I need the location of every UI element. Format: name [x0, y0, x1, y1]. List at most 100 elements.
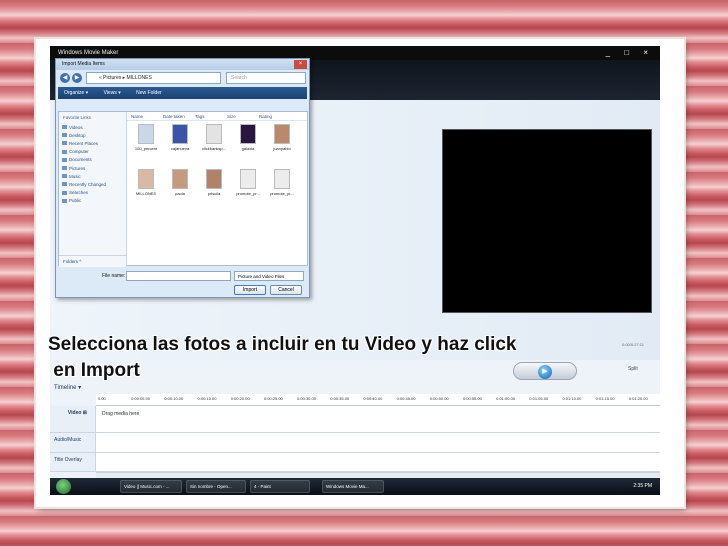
cancel-button[interactable]: Cancel: [270, 285, 302, 295]
favorite-link[interactable]: Desktop: [59, 131, 126, 139]
timeline-tick: 0:00:40.00: [363, 396, 383, 401]
image-file-icon: [138, 124, 154, 144]
import-media-dialog: Import Media Items × ◀ ▶ « Pictures ▸ MI…: [55, 58, 310, 298]
file-name: MILLONES: [135, 191, 157, 196]
address-row: ◀ ▶ « Pictures ▸ MILLONES Search: [60, 72, 306, 85]
preview-monitor: [442, 129, 652, 313]
file-name: paola: [175, 191, 185, 196]
dialog-toolbar: Organize ▾ Views ▾ New Folder: [58, 87, 307, 99]
timeline-tick: 0:01:00.00: [496, 396, 516, 401]
file-thumbnail[interactable]: paola: [163, 169, 197, 196]
file-thumbnail[interactable]: priscila: [197, 169, 231, 196]
image-file-icon: [240, 124, 256, 144]
title-overlay-label: Title Overlay: [50, 453, 96, 471]
title-overlay-track[interactable]: Title Overlay: [50, 453, 660, 472]
column-header[interactable]: Rating: [255, 112, 287, 121]
favorite-link[interactable]: Recent Places: [59, 139, 126, 147]
dialog-content: Favorite Links Videos Desktop Recent Pla…: [58, 111, 308, 267]
file-name: promote_pr...: [270, 191, 294, 196]
image-file-icon: [240, 169, 256, 189]
taskbar-button[interactable]: Windows Movie Ma...: [322, 480, 384, 493]
timeline-tick: 0:00:50.00: [429, 396, 449, 401]
favorites-heading: Favorite Links: [63, 115, 92, 120]
file-thumbnail[interactable]: cajanueva: [163, 124, 197, 151]
audio-track-label: Audio/Music: [50, 433, 96, 452]
image-file-icon: [172, 169, 188, 189]
file-name: clickbanksp...: [201, 146, 226, 151]
window-title: Windows Movie Maker: [58, 50, 119, 56]
taskbar: Video || Music.com - ... Sin nombre - Op…: [50, 478, 660, 495]
forward-icon[interactable]: ▶: [72, 73, 82, 83]
timeline-tick: 0:00:55.00: [462, 396, 482, 401]
image-file-icon: [206, 124, 222, 144]
favorite-link[interactable]: Recently Changed: [59, 180, 126, 188]
file-name: promote_pr...: [236, 191, 260, 196]
timeline-tick: 0:00:45.00: [396, 396, 416, 401]
taskbar-button[interactable]: 4 - Paint: [250, 480, 310, 493]
file-name: juanpablo: [273, 146, 291, 151]
slide-caption: Selecciona las fotos a incluir en tu Vid…: [48, 332, 648, 384]
file-thumbnail[interactable]: clickbanksp...: [197, 124, 231, 151]
timeline-tick: 0:00:05.00: [131, 396, 151, 401]
timeline-tick: 0:01:20.00: [628, 396, 648, 401]
file-name-label: File name:: [102, 273, 126, 279]
favorite-link[interactable]: Searches: [59, 189, 126, 197]
favorite-link[interactable]: Public: [59, 197, 126, 205]
close-icon[interactable]: ×: [294, 60, 307, 69]
favorite-link[interactable]: Videos: [59, 123, 126, 131]
address-bar[interactable]: « Pictures ▸ MILLONES: [86, 72, 221, 84]
column-header[interactable]: Tags: [191, 112, 223, 121]
taskbar-button[interactable]: Video || Music.com - ...: [120, 480, 182, 493]
organize-button[interactable]: Organize ▾: [64, 90, 88, 96]
audio-track[interactable]: Audio/Music: [50, 433, 660, 453]
file-thumbnail[interactable]: promote_pr...: [231, 169, 265, 196]
file-name: galaxia: [241, 146, 255, 151]
file-name-input[interactable]: [126, 271, 231, 281]
window-controls[interactable]: _ □ ×: [606, 46, 654, 60]
file-thumbnail[interactable]: MILLONES: [129, 169, 163, 196]
new-folder-button[interactable]: New Folder: [136, 90, 162, 96]
favorite-link[interactable]: Music: [59, 172, 126, 180]
taskbar-button[interactable]: Sin nombre - Open...: [186, 480, 246, 493]
column-header[interactable]: Date taken: [159, 112, 191, 121]
taskbar-clock: 2:35 PM: [633, 483, 652, 489]
timeline-tick: 0:00:35.00: [330, 396, 350, 401]
screenshot-area: Windows Movie Maker _ □ × 0:00/0:27:11 ▶…: [50, 46, 660, 495]
file-thumbnail[interactable]: juanpablo: [265, 124, 299, 151]
import-button[interactable]: Import: [234, 285, 266, 295]
timeline-tick: 0:00:20.00: [230, 396, 250, 401]
favorite-link[interactable]: Pictures: [59, 164, 126, 172]
timeline-tick: 0:01:10.00: [562, 396, 582, 401]
timeline-tick: 0:00:25.00: [263, 396, 283, 401]
timeline-tick: 0.00: [98, 396, 106, 401]
search-input[interactable]: Search: [226, 72, 306, 84]
file-name: 100_percent: [134, 146, 158, 151]
image-file-icon: [138, 169, 154, 189]
image-file-icon: [206, 169, 222, 189]
file-thumbnail[interactable]: promote_pr...: [265, 169, 299, 196]
caption-line-1: Selecciona las fotos a incluir en tu Vid…: [48, 334, 517, 355]
timeline-tick: 0:01:05.00: [529, 396, 549, 401]
file-type-select[interactable]: Picture and Video Files: [234, 271, 304, 281]
dialog-titlebar: Import Media Items ×: [56, 59, 309, 70]
dialog-title: Import Media Items: [62, 61, 105, 67]
column-header[interactable]: Size: [223, 112, 255, 121]
favorite-link[interactable]: Documents: [59, 156, 126, 164]
video-track-label: Video ⊞: [50, 406, 96, 432]
file-thumbnail[interactable]: 100_percent: [129, 124, 163, 151]
favorite-link[interactable]: Computer: [59, 148, 126, 156]
file-list-pane: Name Date taken Tags Size Rating 100_percent…: [127, 112, 307, 267]
file-thumbnail[interactable]: galaxia: [231, 124, 265, 151]
image-file-icon: [172, 124, 188, 144]
timeline-tick: 0:00:30.00: [297, 396, 316, 401]
views-button[interactable]: Views ▾: [104, 90, 121, 96]
timeline-ruler: 0.00 0:00:05.00 0:00:10.00 0:00:15.00 0:00:2…: [96, 394, 660, 406]
folders-toggle[interactable]: Folders ^: [59, 255, 127, 267]
back-icon[interactable]: ◀: [60, 73, 70, 83]
start-button[interactable]: [56, 479, 71, 494]
timeline-tick: 0:00:15.00: [197, 396, 217, 401]
timeline-tick: 0:01:15.00: [595, 396, 615, 401]
column-header[interactable]: Name: [127, 112, 159, 121]
video-track[interactable]: Video ⊞ Drag media here: [50, 406, 660, 433]
timeline-tick: 0:00:10.00: [164, 396, 184, 401]
